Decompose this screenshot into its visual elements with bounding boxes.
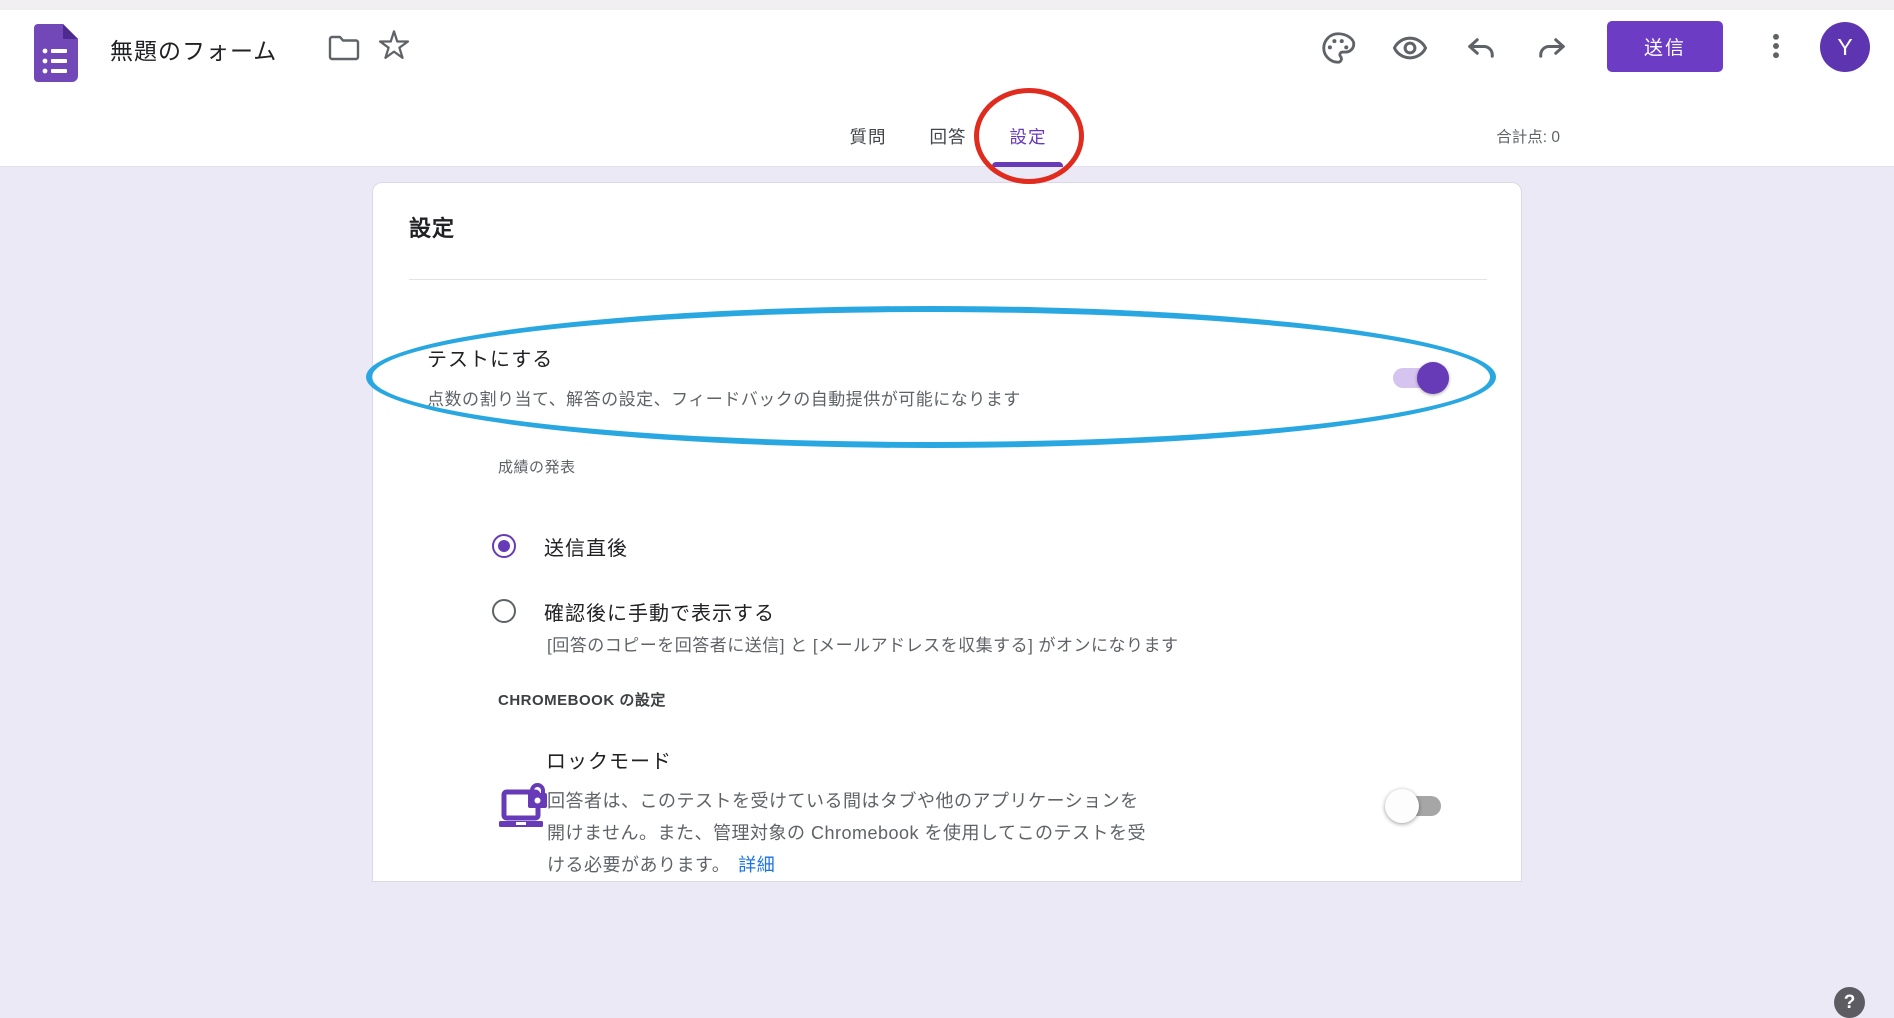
chromebook-section-label: CHROMEBOOK の設定 bbox=[498, 689, 666, 710]
divider bbox=[409, 279, 1487, 280]
account-avatar[interactable]: Y bbox=[1820, 22, 1870, 72]
quiz-setting-title: テストにする bbox=[427, 343, 553, 372]
redo-button[interactable] bbox=[1532, 28, 1572, 68]
radio-selected-icon bbox=[492, 534, 516, 558]
lock-mode-description-line2: 開けません。また、管理対象の Chromebook を使用してこのテストを受 bbox=[547, 819, 1146, 845]
send-button[interactable]: 送信 bbox=[1607, 21, 1723, 72]
grade-release-label: 成績の発表 bbox=[498, 456, 576, 477]
quiz-toggle[interactable] bbox=[1393, 368, 1445, 388]
undo-button[interactable] bbox=[1461, 28, 1501, 68]
toggle-thumb bbox=[1385, 789, 1419, 823]
eye-icon bbox=[1391, 29, 1429, 67]
radio-unselected-icon bbox=[492, 599, 516, 623]
settings-page: 設定 テストにする 点数の割り当て、解答の設定、フィードバックの自動提供が可能に… bbox=[0, 168, 1894, 867]
tab-responses[interactable]: 回答 bbox=[908, 105, 988, 167]
tab-bar: 質問 回答 設定 合計点: 0 bbox=[0, 105, 1894, 167]
form-title[interactable]: 無題のフォーム bbox=[110, 32, 277, 66]
radio-release-after-review-note: [回答のコピーを回答者に送信] と [メールアドレスを収集する] がオンになりま… bbox=[547, 631, 1179, 656]
help-button[interactable]: ? bbox=[1834, 987, 1865, 1018]
active-tab-underline bbox=[992, 162, 1063, 167]
radio-release-after-review[interactable]: 確認後に手動で表示する bbox=[492, 598, 775, 624]
theme-customize-button[interactable] bbox=[1318, 28, 1358, 68]
more-options-button[interactable] bbox=[1756, 26, 1796, 66]
lock-mode-description-line1: 回答者は、このテストを受けている間はタブや他のアプリケーションを bbox=[547, 787, 1139, 813]
star-button[interactable] bbox=[374, 26, 414, 66]
toggle-thumb bbox=[1417, 362, 1449, 394]
folder-icon bbox=[328, 34, 360, 62]
redo-icon bbox=[1534, 30, 1570, 66]
window-top-strip bbox=[0, 0, 1894, 10]
quiz-setting-description: 点数の割り当て、解答の設定、フィードバックの自動提供が可能になります bbox=[427, 385, 1021, 410]
lock-mode-description-line3: ける必要があります。詳細 bbox=[547, 851, 775, 877]
radio-label: 送信直後 bbox=[544, 532, 628, 561]
lock-mode-title: ロックモード bbox=[546, 745, 672, 774]
radio-label: 確認後に手動で表示する bbox=[544, 597, 775, 626]
kebab-icon bbox=[1759, 29, 1793, 63]
lock-mode-toggle[interactable] bbox=[1389, 796, 1441, 816]
tab-questions[interactable]: 質問 bbox=[828, 105, 908, 167]
lock-mode-learn-more-link[interactable]: 詳細 bbox=[738, 855, 775, 875]
settings-heading: 設定 bbox=[409, 211, 455, 243]
locked-laptop-icon bbox=[499, 782, 553, 836]
undo-icon bbox=[1463, 30, 1499, 66]
app-header: 無題のフォーム bbox=[0, 10, 1894, 167]
preview-button[interactable] bbox=[1390, 28, 1430, 68]
total-points-label: 合計点: 0 bbox=[1496, 125, 1560, 147]
forms-logo-icon[interactable] bbox=[34, 24, 78, 82]
star-icon bbox=[376, 28, 412, 64]
google-forms-settings-screen: 無題のフォーム bbox=[0, 0, 1894, 867]
move-to-folder-button[interactable] bbox=[324, 28, 364, 68]
tab-settings[interactable]: 設定 bbox=[988, 105, 1068, 167]
palette-icon bbox=[1320, 30, 1356, 66]
radio-release-immediately[interactable]: 送信直後 bbox=[492, 533, 628, 559]
lock-mode-description-text: ける必要があります。 bbox=[547, 855, 730, 875]
settings-card: 設定 テストにする 点数の割り当て、解答の設定、フィードバックの自動提供が可能に… bbox=[372, 182, 1522, 882]
